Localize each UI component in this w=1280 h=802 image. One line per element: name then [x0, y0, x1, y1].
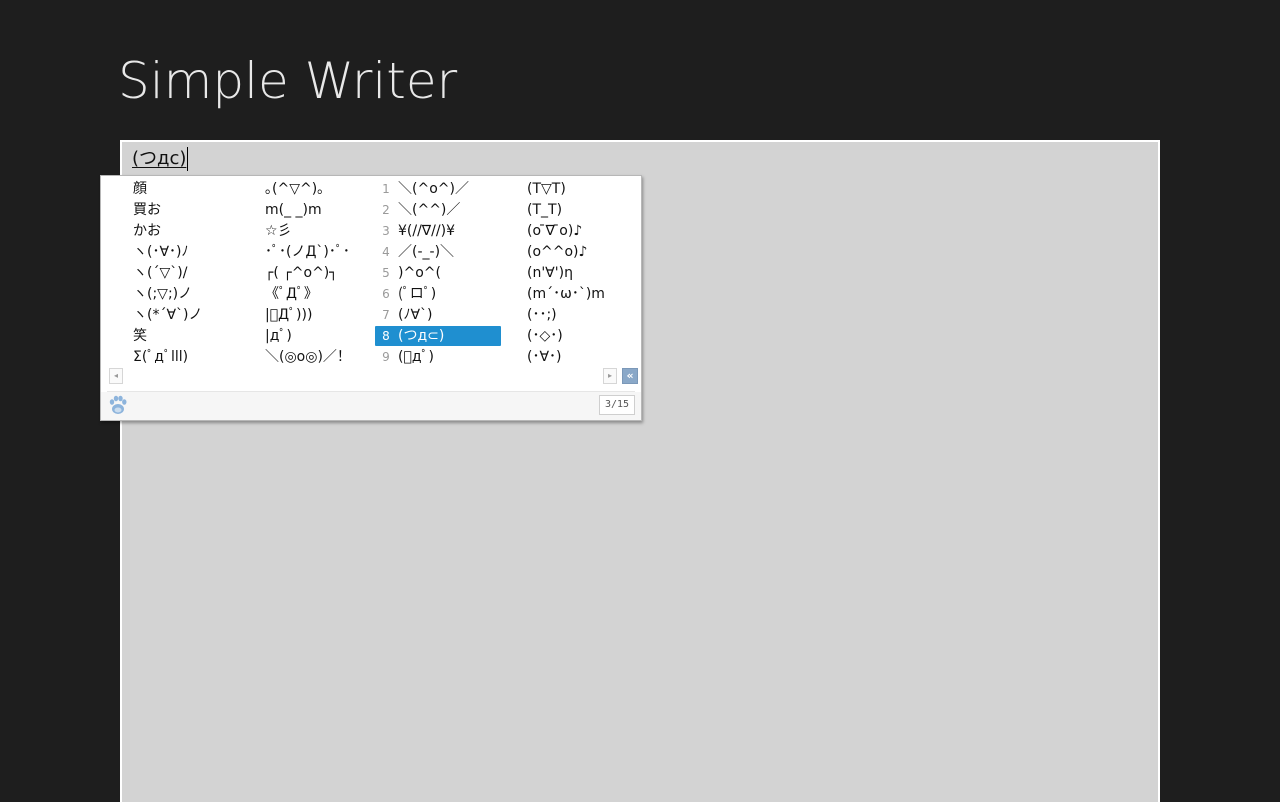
- collapse-button[interactable]: «: [622, 368, 638, 384]
- paw-icon[interactable]: [108, 394, 128, 416]
- scroll-right-button[interactable]: ▸: [603, 368, 617, 384]
- candidate-text: (ﾟロﾟ): [398, 286, 437, 302]
- candidate-c1-r6[interactable]: ヽ(;▽;)ノ: [133, 284, 192, 304]
- candidate-number: 4: [382, 245, 390, 259]
- candidate-c2-r5[interactable]: ┌( ┌^o^)┐: [265, 263, 338, 283]
- candidate-c1-r7[interactable]: ヽ(*´∀`)ノ: [133, 305, 203, 325]
- candidate-c2-r4[interactable]: ･ﾟ･(ノД`)･ﾟ･: [265, 242, 350, 262]
- candidate-c1-r2[interactable]: 買お: [133, 200, 161, 220]
- candidate-c4-r7[interactable]: (･･;): [527, 305, 557, 325]
- candidate-text: (つд⊂): [398, 328, 445, 344]
- candidate-c3-r2[interactable]: 2 ＼(^^)／: [375, 200, 501, 220]
- candidate-c3-r3[interactable]: 3 ¥(//∇//)¥: [375, 221, 501, 241]
- candidate-text: ／(-_-)＼: [398, 244, 455, 260]
- candidate-c2-r7[interactable]: |ﾟДﾟ))): [265, 305, 312, 325]
- candidate-c3-r4[interactable]: 4 ／(-_-)＼: [375, 242, 501, 262]
- ime-footer: 3/15: [101, 392, 641, 420]
- candidate-c2-r6[interactable]: 《ﾟДﾟ》: [265, 284, 318, 304]
- candidate-c1-r5[interactable]: ヽ(´▽`)/: [133, 263, 187, 283]
- chevron-left-icon: ◂: [113, 371, 118, 380]
- candidate-c1-r1[interactable]: 顔: [133, 179, 147, 199]
- candidate-c3-r7[interactable]: 7 (ﾉ∀`): [375, 305, 501, 325]
- candidate-text: (ﾉ∀`): [398, 307, 433, 323]
- ime-candidate-window: 顔 買お かお ヽ(･∀･)ﾉ ヽ(´▽`)/ ヽ(;▽;)ノ ヽ(*´∀`)ノ…: [100, 175, 642, 421]
- candidate-number: 5: [382, 266, 390, 280]
- candidate-number: 6: [382, 287, 390, 301]
- candidate-number: 2: [382, 203, 390, 217]
- candidate-text: )^o^(: [398, 265, 441, 281]
- app-title: Simple Writer: [118, 52, 458, 110]
- composition-text: (つдc): [132, 147, 189, 171]
- page-indicator: 3/15: [599, 395, 635, 415]
- candidate-number: 1: [382, 182, 390, 196]
- candidate-c1-r3[interactable]: かお: [133, 221, 161, 241]
- candidate-number: 9: [382, 350, 390, 364]
- text-caret: [187, 147, 189, 171]
- candidate-c2-r2[interactable]: m(_ _)m: [265, 200, 322, 220]
- candidate-text: ＼(^o^)／: [398, 181, 469, 197]
- candidate-c3-r1[interactable]: 1 ＼(^o^)／: [375, 179, 501, 199]
- candidate-c3-r9[interactable]: 9 (ﾟдﾟ): [375, 347, 501, 367]
- candidate-c4-r9[interactable]: (･∀･): [527, 347, 562, 367]
- candidate-text: (ﾟдﾟ): [398, 349, 435, 365]
- candidate-c4-r2[interactable]: (T_T): [527, 200, 562, 220]
- candidate-c4-r4[interactable]: (o^^o)♪: [527, 242, 587, 262]
- candidate-c1-r4[interactable]: ヽ(･∀･)ﾉ: [133, 242, 189, 262]
- candidate-c4-r8[interactable]: (･◇･): [527, 326, 563, 346]
- candidate-c4-r3[interactable]: (o ̄∇ ̄o)♪: [527, 221, 582, 241]
- candidate-c2-r9[interactable]: ＼(◎o◎)／！: [265, 347, 351, 367]
- candidate-c2-r8[interactable]: |дﾟ): [265, 326, 292, 346]
- double-chevron-left-icon: «: [626, 369, 634, 382]
- candidate-c1-r8[interactable]: 笑: [133, 326, 147, 346]
- candidate-c2-r3[interactable]: ☆彡: [265, 221, 292, 241]
- candidate-c4-r5[interactable]: (n'∀')η: [527, 263, 573, 283]
- candidate-number: 7: [382, 308, 390, 322]
- candidate-c4-r1[interactable]: (T▽T): [527, 179, 566, 199]
- candidate-c3-r6[interactable]: 6 (ﾟロﾟ): [375, 284, 501, 304]
- chevron-right-icon: ▸: [607, 371, 612, 380]
- candidate-text: ¥(//∇//)¥: [398, 223, 455, 239]
- candidate-c1-r9[interactable]: Σ(ﾟдﾟlll): [133, 347, 188, 367]
- candidate-c4-r6[interactable]: (m´･ω･`)m: [527, 284, 605, 304]
- candidate-number: 8: [382, 329, 390, 343]
- composition-string: (つдc): [132, 148, 187, 169]
- candidate-text: ＼(^^)／: [398, 202, 461, 218]
- candidate-number: 3: [382, 224, 390, 238]
- scroll-left-button[interactable]: ◂: [109, 368, 123, 384]
- candidate-c3-r8-selected[interactable]: 8 (つд⊂): [375, 326, 501, 346]
- candidate-c3-r5[interactable]: 5 )^o^(: [375, 263, 501, 283]
- candidate-c2-r1[interactable]: ｡(^▽^)｡: [265, 179, 324, 199]
